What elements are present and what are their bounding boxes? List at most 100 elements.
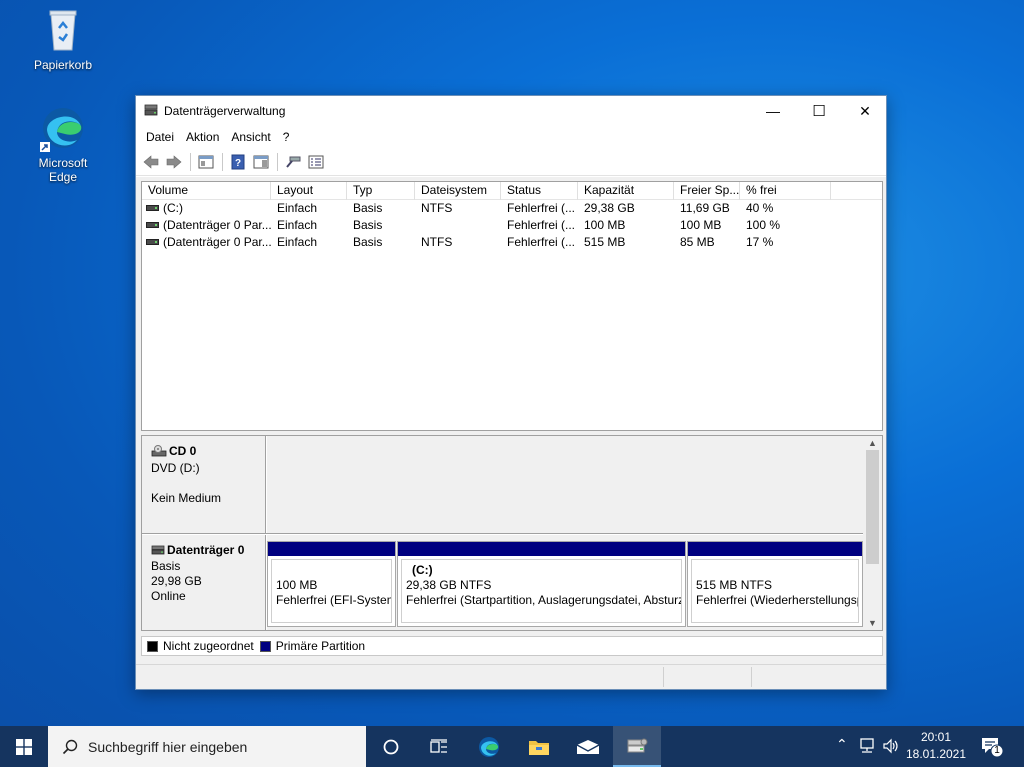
- cell-layout: Einfach: [277, 218, 318, 232]
- table-row[interactable]: (C:) Einfach Basis NTFS Fehlerfrei (... …: [142, 200, 882, 217]
- legend-swatch-unallocated: [147, 640, 158, 652]
- partition-status: Fehlerfrei (Startpartition, Auslagerungs…: [406, 593, 682, 607]
- column-header-typ[interactable]: Typ: [347, 182, 415, 200]
- cd-drive-icon: [151, 445, 167, 461]
- column-header-freier-speicher[interactable]: Freier Sp...: [674, 182, 740, 200]
- maximize-button[interactable]: ☐: [796, 96, 842, 126]
- column-header-volume[interactable]: Volume: [142, 182, 271, 200]
- partition-bar: [398, 542, 685, 556]
- cell-status: Fehlerfrei (...: [507, 218, 576, 232]
- partition-recovery[interactable]: 515 MB NTFS Fehlerfrei (Wiederherstellun…: [687, 541, 863, 627]
- status-bar: [136, 664, 886, 689]
- taskbar-edge-button[interactable]: [465, 726, 513, 767]
- cell-volume: (Datenträger 0 Par...: [163, 235, 271, 249]
- show-hide-action-pane-button[interactable]: [250, 152, 272, 172]
- cell-kapazitaet: 29,38 GB: [584, 201, 635, 215]
- taskbar-mail-button[interactable]: [564, 726, 612, 767]
- volume-icon: [146, 221, 159, 228]
- show-hide-console-tree-button[interactable]: [195, 152, 217, 172]
- clock[interactable]: 20:01 18.01.2021: [904, 730, 968, 761]
- task-view-icon: [430, 738, 447, 753]
- disk-status: Kein Medium: [151, 491, 222, 505]
- menu-aktion[interactable]: Aktion: [180, 130, 225, 144]
- taskbar-disk-management-button[interactable]: [613, 726, 661, 767]
- cortana-button[interactable]: [367, 726, 415, 767]
- network-icon[interactable]: [858, 737, 876, 758]
- partition-c[interactable]: (C:) 29,38 GB NTFS Fehlerfrei (Startpart…: [397, 541, 686, 627]
- cell-layout: Einfach: [277, 235, 318, 249]
- window-title: Datenträgerverwaltung: [164, 104, 286, 118]
- cell-status: Fehlerfrei (...: [507, 201, 576, 215]
- task-view-button[interactable]: [415, 726, 463, 767]
- vertical-scrollbar[interactable]: ▲ ▼: [863, 436, 882, 630]
- disk-label-cd0[interactable]: CD 0 DVD (D:) Kein Medium: [142, 436, 266, 533]
- cell-dateisystem: [415, 217, 501, 234]
- partition-bar: [268, 542, 395, 556]
- column-header-layout[interactable]: Layout: [271, 182, 347, 200]
- cell-typ: Basis: [353, 218, 383, 232]
- clock-date: 18.01.2021: [905, 747, 967, 761]
- menu-datei[interactable]: Datei: [140, 130, 180, 144]
- back-button[interactable]: [140, 152, 162, 172]
- cell-dateisystem: NTFS: [421, 201, 453, 215]
- disk-management-window: Datenträgerverwaltung — ☐ ✕ Datei Aktion…: [135, 95, 887, 690]
- partition-bar: [688, 542, 862, 556]
- start-button[interactable]: [0, 726, 48, 767]
- disk-area-cd0[interactable]: [267, 436, 864, 533]
- windows-logo-icon: [16, 738, 32, 755]
- scrollbar-thumb[interactable]: [866, 450, 879, 564]
- partition-title: (C:): [412, 563, 433, 577]
- legend-swatch-primary: [259, 640, 271, 652]
- taskbar-search-box[interactable]: Suchbegriff hier eingeben: [48, 726, 366, 767]
- menu-help[interactable]: ?: [277, 130, 296, 144]
- disk-graphical-view: CD 0 DVD (D:) Kein Medium Datenträger 0 …: [141, 435, 883, 631]
- column-header-kapazitaet[interactable]: Kapazität: [578, 182, 674, 200]
- column-header-status[interactable]: Status: [501, 182, 578, 200]
- partition-status: Fehlerfrei (EFI-System: [276, 593, 392, 607]
- cell-status: Fehlerfrei (...: [507, 235, 576, 249]
- content-area: Volume Layout Typ Dateisystem Status Kap…: [136, 177, 886, 689]
- disk-size: 29,98 GB: [151, 574, 202, 588]
- action-pane-icon: [253, 155, 269, 168]
- cell-freier-speicher: 85 MB: [680, 235, 715, 249]
- forward-button[interactable]: [163, 152, 185, 172]
- table-row[interactable]: (Datenträger 0 Par... Einfach Basis Fehl…: [142, 217, 882, 234]
- show-hidden-icons-icon[interactable]: ⌃: [836, 736, 848, 753]
- close-button[interactable]: ✕: [842, 96, 888, 126]
- table-header: Volume Layout Typ Dateisystem Status Kap…: [142, 182, 882, 200]
- column-header-prozent-frei[interactable]: % frei: [740, 182, 831, 200]
- mail-icon: [576, 739, 600, 754]
- volume-speaker-icon[interactable]: [882, 737, 900, 758]
- partition-size: 29,38 GB NTFS: [406, 578, 492, 592]
- notification-count-badge: 1: [994, 745, 1000, 756]
- arrow-left-icon: [143, 154, 159, 169]
- table-row[interactable]: (Datenträger 0 Par... Einfach Basis NTFS…: [142, 234, 882, 251]
- cell-kapazitaet: 100 MB: [584, 218, 626, 232]
- cell-volume: (Datenträger 0 Par...: [163, 218, 271, 232]
- console-tree-icon: [198, 155, 214, 168]
- taskbar-explorer-button[interactable]: [515, 726, 563, 767]
- connect-button[interactable]: [282, 152, 304, 172]
- cell-layout: Einfach: [277, 201, 318, 215]
- disk-name: Datenträger 0: [167, 543, 245, 557]
- disk-row-disk0: Datenträger 0 Basis 29,98 GB Online 100 …: [142, 535, 864, 630]
- disk-area-disk0: 100 MB Fehlerfrei (EFI-System (C:) 29,38…: [267, 535, 864, 630]
- recycle-bin-desktop-icon[interactable]: Papierkorb: [23, 6, 103, 72]
- cell-kapazitaet: 515 MB: [584, 235, 626, 249]
- column-header-dateisystem[interactable]: Dateisystem: [415, 182, 501, 200]
- properties-button[interactable]: [305, 152, 327, 172]
- partition-efi[interactable]: 100 MB Fehlerfrei (EFI-System: [267, 541, 396, 627]
- title-bar[interactable]: Datenträgerverwaltung — ☐ ✕: [136, 96, 886, 126]
- partition-size: 515 MB NTFS: [696, 578, 773, 592]
- cortana-circle-icon: [383, 739, 399, 754]
- disk-management-taskbar-icon: [627, 738, 648, 752]
- scroll-up-icon[interactable]: ▲: [868, 438, 877, 448]
- menu-ansicht[interactable]: Ansicht: [225, 130, 276, 144]
- disk-label-disk0[interactable]: Datenträger 0 Basis 29,98 GB Online: [142, 535, 266, 630]
- edge-desktop-icon[interactable]: Microsoft Edge: [23, 104, 103, 184]
- minimize-button[interactable]: —: [750, 96, 796, 126]
- svg-text:?: ?: [235, 158, 241, 169]
- scroll-down-icon[interactable]: ▼: [868, 618, 877, 628]
- properties-icon: [308, 155, 324, 168]
- help-button[interactable]: ?: [227, 152, 249, 172]
